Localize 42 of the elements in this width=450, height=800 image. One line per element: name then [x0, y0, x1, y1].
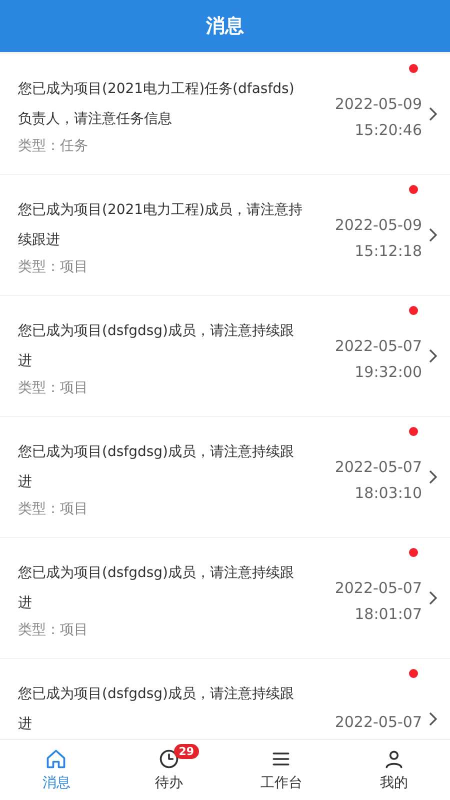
clock-icon	[158, 748, 180, 770]
message-date: 2022-05-07	[334, 579, 422, 597]
message-text: 您已成为项目(2021电力工程)成员，请注意持续跟进	[18, 201, 303, 250]
message-item[interactable]: 您已成为项目(dsfgdsg)成员，请注意持续跟进 2022-05-07	[0, 659, 450, 739]
message-type: 类型：项目	[18, 621, 89, 640]
message-time: 19:32:00	[354, 363, 422, 381]
message-time: 15:20:46	[354, 121, 422, 139]
message-type: 类型：项目	[18, 379, 89, 398]
message-item[interactable]: 您已成为项目(2021电力工程)成员，请注意持续跟进 类型：项目 2022-05-09 15:12:18	[0, 175, 450, 295]
message-text: 您已成为项目(dsfgdsg)成员，请注意持续跟进	[18, 564, 295, 613]
message-text: 您已成为项目(dsfgdsg)成员，请注意持续跟进	[18, 443, 295, 492]
message-time: 18:03:10	[354, 484, 422, 502]
chevron-right-icon	[428, 469, 438, 485]
message-text: 您已成为项目(dsfgdsg)成员，请注意持续跟进	[18, 685, 295, 734]
message-time: 18:01:07	[354, 605, 422, 623]
message-date: 2022-05-09	[334, 95, 422, 113]
message-type: 类型：项目	[18, 258, 89, 277]
message-date: 2022-05-07	[334, 458, 422, 476]
home-icon	[45, 748, 68, 770]
message-type: 类型：项目	[18, 500, 89, 519]
count-badge: 29	[174, 744, 200, 759]
chevron-right-icon	[428, 711, 438, 727]
tab-item[interactable]: 工作台	[225, 740, 338, 800]
message-date: 2022-05-09	[334, 216, 422, 234]
chevron-right-icon	[428, 106, 438, 122]
message-item[interactable]: 您已成为项目(2021电力工程)任务(dfasfds)负责人，请注意任务信息 类型：任务 2022-05-09 15:20:46	[0, 54, 450, 174]
message-date: 2022-05-07	[334, 713, 422, 731]
message-item[interactable]: 您已成为项目(dsfgdsg)成员，请注意持续跟进 类型：项目 2022-05-07 18:03:10	[0, 417, 450, 537]
message-item[interactable]: 您已成为项目(dsfgdsg)成员，请注意持续跟进 类型：项目 2022-05-07 18:01:07	[0, 538, 450, 658]
message-date: 2022-05-07	[334, 337, 422, 355]
chevron-right-icon	[428, 590, 438, 606]
message-item[interactable]: 您已成为项目(dsfgdsg)成员，请注意持续跟进 类型：项目 2022-05-07 19:32:00	[0, 296, 450, 416]
message-type: 类型：任务	[18, 137, 89, 156]
page-title: 消息	[206, 14, 244, 39]
chevron-right-icon	[428, 227, 438, 243]
tab-item[interactable]: 消息	[0, 740, 112, 800]
message-text: 您已成为项目(2021电力工程)任务(dfasfds)负责人，请注意任务信息	[18, 80, 296, 129]
message-text: 您已成为项目(dsfgdsg)成员，请注意持续跟进	[18, 322, 295, 371]
tab-item[interactable]: 我的	[338, 740, 450, 800]
message-time: 15:12:18	[354, 242, 422, 260]
tab-item[interactable]: 29 待办	[112, 740, 225, 800]
chevron-right-icon	[428, 348, 438, 364]
